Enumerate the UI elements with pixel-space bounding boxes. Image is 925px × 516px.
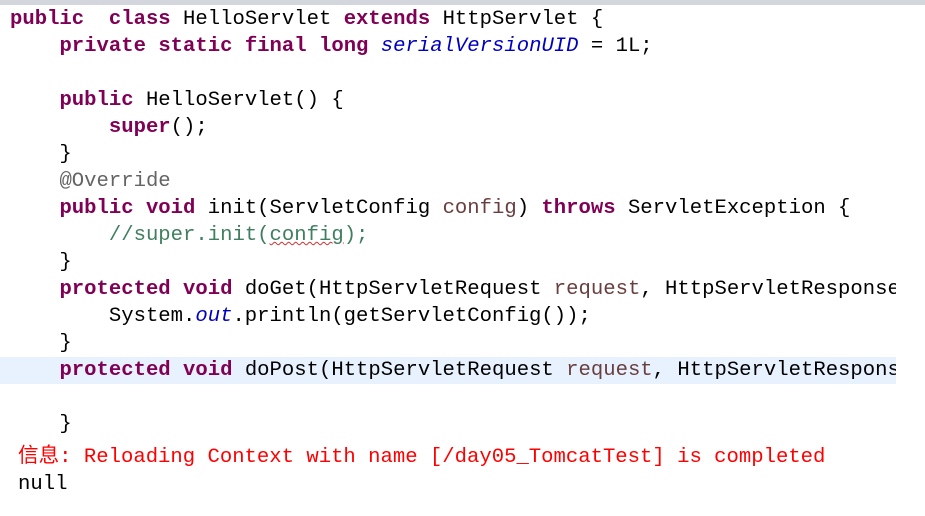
token-text: } — [10, 143, 72, 166]
code-line[interactable]: } — [0, 330, 896, 357]
token-kw: protected — [59, 359, 171, 382]
token-field: out — [195, 305, 233, 328]
console-output-line: null — [18, 473, 68, 496]
token-param: request — [566, 359, 653, 382]
token-param: request — [553, 278, 641, 301]
token-param: config — [442, 197, 517, 220]
token-kw: private — [59, 35, 146, 58]
token-kw: super — [108, 116, 171, 139]
token-kw: public — [10, 8, 85, 31]
console-info-line: 信息: Reloading Context with name [/day05_… — [18, 446, 826, 469]
token-kw: extends — [343, 8, 431, 31]
code-line[interactable]: //super.init(config); — [0, 222, 896, 249]
token-text: System. — [10, 305, 196, 328]
token-text: } — [10, 413, 72, 436]
token-text: } — [10, 251, 72, 274]
token-text: ) — [516, 197, 542, 220]
code-line[interactable]: super(); — [0, 114, 896, 141]
code-line[interactable]: private static final long serialVersionU… — [0, 33, 896, 60]
token-text: doPost(HttpServletRequest — [232, 359, 567, 382]
token-text: doGet(HttpServletRequest — [232, 278, 554, 301]
code-line[interactable] — [0, 384, 896, 411]
token-kw: public — [59, 89, 134, 112]
token-text: = 1L; — [578, 35, 653, 58]
token-kw: void — [183, 278, 233, 301]
token-text: } — [10, 332, 72, 355]
code-editor[interactable]: public class HelloServlet extends HttpSe… — [0, 6, 896, 438]
code-line[interactable]: public void init(ServletConfig config) t… — [0, 195, 896, 222]
token-kw: final — [244, 35, 307, 58]
token-kw: throws — [541, 197, 616, 220]
token-text: HelloServlet — [170, 8, 344, 31]
code-line[interactable]: System.out.println(getServletConfig()); — [0, 303, 896, 330]
token-kw: static — [158, 35, 233, 58]
token-text: HelloServlet() { — [133, 89, 344, 112]
console-output: 信息: Reloading Context with name [/day05_… — [0, 444, 925, 498]
code-line[interactable]: protected void doGet(HttpServletRequest … — [0, 276, 896, 303]
token-kw: class — [108, 8, 171, 31]
token-comment: //super.init( — [108, 224, 270, 247]
token-annot: @Override — [59, 170, 171, 193]
code-line[interactable]: @Override — [0, 168, 896, 195]
code-line[interactable]: } — [0, 141, 896, 168]
token-kw: void — [183, 359, 233, 382]
token-kw: void — [145, 197, 196, 220]
code-line[interactable]: public HelloServlet() { — [0, 87, 896, 114]
code-line[interactable]: } — [0, 249, 896, 276]
token-text: HttpServlet { — [430, 8, 604, 31]
code-line[interactable]: public class HelloServlet extends HttpSe… — [0, 6, 896, 33]
token-text: , HttpServletResponse response) — [640, 278, 896, 301]
token-kw: public — [59, 197, 134, 220]
editor-top-border — [0, 0, 925, 5]
code-line[interactable] — [0, 60, 896, 87]
code-line[interactable]: } — [0, 411, 896, 438]
token-text: init(ServletConfig — [195, 197, 443, 220]
token-kw: protected — [59, 278, 171, 301]
token-comment: config — [269, 224, 344, 247]
token-text: , HttpServletResponse response) — [652, 359, 896, 382]
token-field: serialVersionUID — [380, 35, 579, 58]
token-kw: long — [318, 35, 369, 58]
token-text: (); — [170, 116, 208, 139]
token-text: ServletException { — [615, 197, 851, 220]
code-line[interactable]: protected void doPost(HttpServletRequest… — [0, 357, 896, 384]
token-comment: ); — [343, 224, 369, 247]
token-text: .println(getServletConfig()); — [232, 305, 591, 328]
